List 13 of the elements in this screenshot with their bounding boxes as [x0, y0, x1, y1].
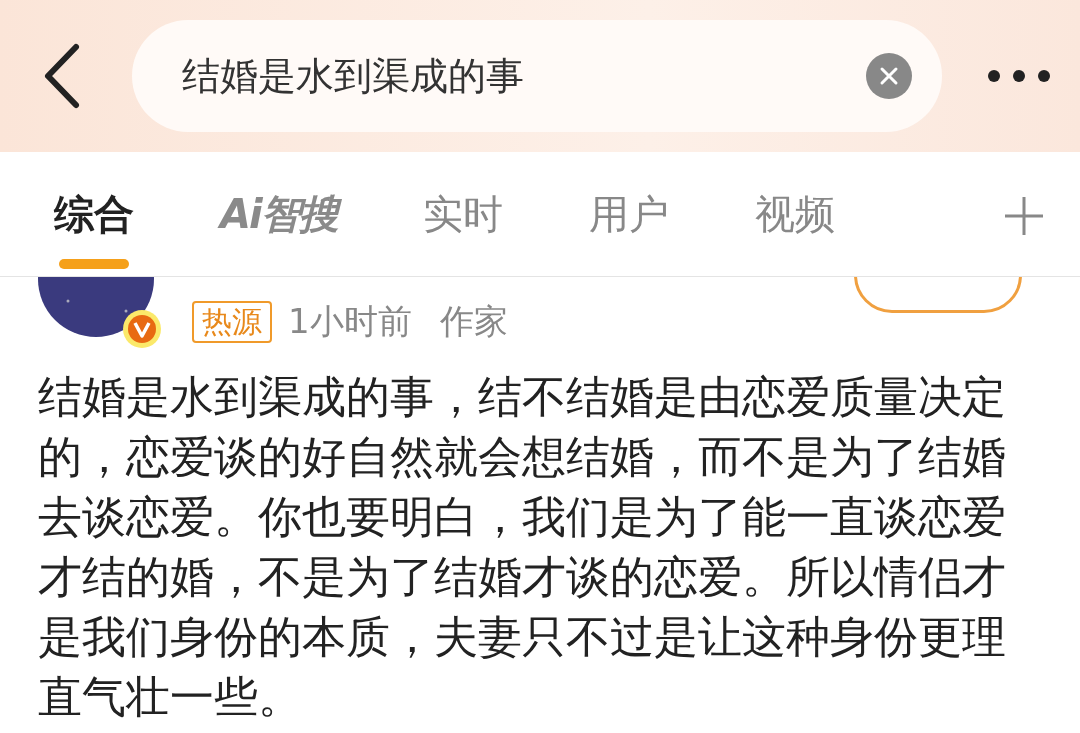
tab[interactable]: 视频 [754, 151, 835, 277]
close-icon [879, 66, 899, 86]
author-title: 作家 [439, 300, 508, 343]
tab[interactable]: 实时 [422, 151, 503, 277]
search-field[interactable]: 结婚是水到渠成的事 [180, 53, 866, 99]
tab[interactable]: 综合 [54, 151, 134, 277]
tab[interactable]: 用户 [588, 151, 669, 277]
add-icon[interactable] [1004, 196, 1044, 236]
hot-source-tag: 热源 [192, 301, 272, 343]
search-bar[interactable]: 结婚是水到渠成的事 [132, 20, 942, 132]
post-text: 结婚是水到渠成的事，结不结婚是由恋爱质量决定的，恋爱谈的好自然就会想结婚，而不是为了结婚去谈恋爱。你也要明白，我们是为了能一直谈恋爱才结的婚，不是为了结婚才谈的恋爱。所以情侣才是我们身份的本质，夫妻只不过是让这种身份更理直气壮一些。 [38, 370, 1007, 724]
post-time: 1小时前 [288, 300, 412, 343]
clear-button[interactable] [866, 53, 912, 99]
